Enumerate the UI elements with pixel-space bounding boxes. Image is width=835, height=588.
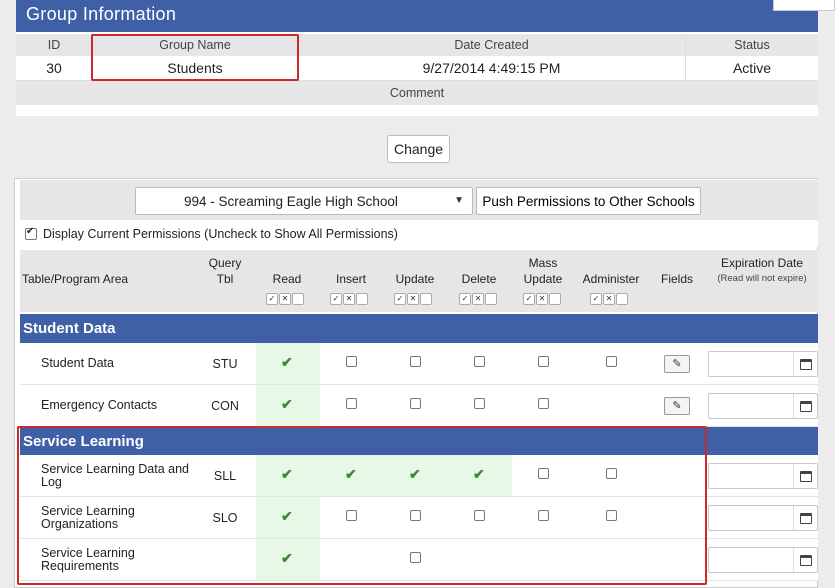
col-expiration-title: Expiration Date bbox=[720, 256, 804, 270]
insert-checkbox[interactable] bbox=[346, 356, 357, 367]
col-query-line2: Tbl bbox=[216, 272, 234, 286]
col-mass-update: Mass Update bbox=[513, 255, 573, 287]
group-name-highlight bbox=[91, 34, 299, 81]
clear-all-icon[interactable]: ✕ bbox=[536, 293, 548, 305]
col-mass-line1: Mass bbox=[528, 256, 558, 270]
mass-update-bulk-toggles: ✓ ✕ bbox=[523, 293, 561, 305]
calendar-icon[interactable] bbox=[793, 506, 817, 530]
edit-icon[interactable]: ✎ bbox=[664, 397, 690, 415]
row-tbl: CON bbox=[211, 399, 239, 413]
update-checkbox[interactable] bbox=[410, 398, 421, 409]
school-select[interactable]: 994 - Screaming Eagle High School ▼ bbox=[135, 187, 473, 215]
row-label: Emergency Contacts bbox=[41, 398, 158, 412]
col-read: Read bbox=[272, 272, 302, 286]
insert-checkbox[interactable] bbox=[346, 398, 357, 409]
check-all-icon[interactable]: ✓ bbox=[330, 293, 342, 305]
status-value: Active bbox=[732, 60, 772, 76]
none-icon[interactable] bbox=[616, 293, 628, 305]
display-current-permissions: Display Current Permissions (Uncheck to … bbox=[20, 221, 818, 247]
col-insert: Insert bbox=[335, 272, 366, 286]
col-query: Query Tbl bbox=[200, 255, 250, 287]
check-all-icon[interactable]: ✓ bbox=[459, 293, 471, 305]
date-created-value: 9/27/2014 4:49:15 PM bbox=[298, 56, 686, 80]
mass-update-checkbox[interactable] bbox=[538, 398, 549, 409]
table-row: Emergency Contacts CON ✔ ✎ bbox=[20, 385, 818, 427]
delete-checkbox[interactable] bbox=[474, 356, 485, 367]
section-student-data: Student Data bbox=[20, 314, 818, 343]
status-header: Status bbox=[734, 38, 770, 52]
comment-label: Comment bbox=[16, 81, 818, 105]
display-current-label: Display Current Permissions (Uncheck to … bbox=[43, 227, 398, 241]
check-all-icon[interactable]: ✓ bbox=[590, 293, 602, 305]
push-permissions-button[interactable]: Push Permissions to Other Schools bbox=[476, 187, 701, 215]
col-administer: Administer bbox=[582, 272, 640, 286]
none-icon[interactable] bbox=[356, 293, 368, 305]
clear-all-icon[interactable]: ✕ bbox=[603, 293, 615, 305]
date-created-header: Date Created bbox=[298, 34, 686, 56]
col-update: Update bbox=[395, 272, 435, 286]
none-icon[interactable] bbox=[485, 293, 497, 305]
administer-bulk-toggles: ✓ ✕ bbox=[590, 293, 628, 305]
mass-update-checkbox[interactable] bbox=[538, 356, 549, 367]
none-icon[interactable] bbox=[549, 293, 561, 305]
none-icon[interactable] bbox=[420, 293, 432, 305]
calendar-icon[interactable] bbox=[793, 352, 817, 376]
expiration-date-input[interactable] bbox=[708, 463, 818, 489]
update-bulk-toggles: ✓ ✕ bbox=[394, 293, 432, 305]
delete-bulk-toggles: ✓ ✕ bbox=[459, 293, 497, 305]
calendar-icon[interactable] bbox=[793, 394, 817, 418]
check-icon[interactable]: ✔ bbox=[281, 354, 293, 371]
school-select-value: 994 - Screaming Eagle High School bbox=[184, 193, 398, 209]
clear-all-icon[interactable]: ✕ bbox=[472, 293, 484, 305]
top-right-tab bbox=[773, 0, 835, 11]
delete-checkbox[interactable] bbox=[474, 398, 485, 409]
col-expiration-note: (Read will not expire) bbox=[717, 273, 807, 284]
display-current-checkbox[interactable] bbox=[25, 226, 37, 240]
calendar-icon[interactable] bbox=[793, 548, 817, 572]
col-query-line1: Query bbox=[208, 256, 242, 270]
row-tbl: STU bbox=[212, 357, 238, 371]
id-header: ID bbox=[16, 34, 93, 56]
clear-all-icon[interactable]: ✕ bbox=[343, 293, 355, 305]
col-expiration: Expiration Date (Read will not expire) bbox=[708, 255, 816, 287]
update-checkbox[interactable] bbox=[410, 356, 421, 367]
check-icon[interactable]: ✔ bbox=[281, 396, 293, 413]
expiration-date-input[interactable] bbox=[708, 505, 818, 531]
group-info-title: Group Information bbox=[16, 0, 818, 32]
check-all-icon[interactable]: ✓ bbox=[266, 293, 278, 305]
insert-bulk-toggles: ✓ ✕ bbox=[330, 293, 368, 305]
clear-all-icon[interactable]: ✕ bbox=[407, 293, 419, 305]
row-label: Student Data bbox=[41, 356, 114, 370]
clear-all-icon[interactable]: ✕ bbox=[279, 293, 291, 305]
expiration-date-input[interactable] bbox=[708, 351, 818, 377]
read-bulk-toggles: ✓ ✕ bbox=[266, 293, 304, 305]
none-icon[interactable] bbox=[292, 293, 304, 305]
check-all-icon[interactable]: ✓ bbox=[523, 293, 535, 305]
id-value: 30 bbox=[16, 56, 93, 80]
expiration-date-input[interactable] bbox=[708, 547, 818, 573]
col-delete: Delete bbox=[461, 272, 497, 286]
administer-checkbox[interactable] bbox=[606, 356, 617, 367]
change-button[interactable]: Change bbox=[387, 135, 450, 163]
service-learning-highlight bbox=[17, 426, 707, 585]
chevron-down-icon: ▼ bbox=[454, 195, 464, 206]
edit-icon[interactable]: ✎ bbox=[664, 355, 690, 373]
calendar-icon[interactable] bbox=[793, 464, 817, 488]
col-area: Table/Program Area bbox=[22, 272, 129, 286]
expiration-date-input[interactable] bbox=[708, 393, 818, 419]
col-mass-line2: Update bbox=[523, 272, 563, 286]
table-row: Student Data STU ✔ ✎ bbox=[20, 343, 818, 385]
check-all-icon[interactable]: ✓ bbox=[394, 293, 406, 305]
col-fields: Fields bbox=[660, 272, 693, 286]
